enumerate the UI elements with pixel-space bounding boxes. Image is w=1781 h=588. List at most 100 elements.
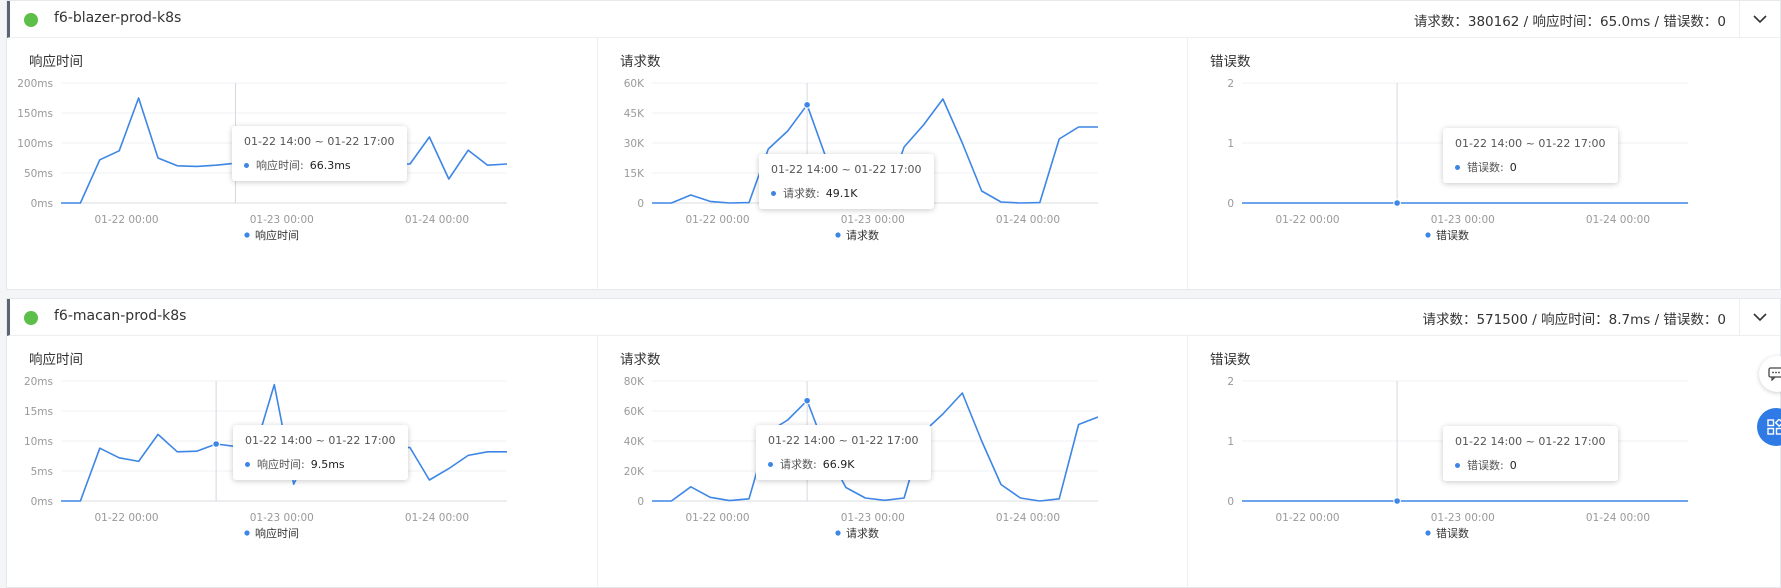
tooltip-range: 01-22 14:00 ~ 01-22 17:00 [771,163,922,176]
y-tick-label: 1 [1227,138,1234,150]
legend-dot-icon [835,232,840,237]
x-tick-label: 01-23 00:00 [250,214,314,226]
x-tick-label: 01-22 00:00 [1276,512,1340,524]
series-dot-icon [245,462,250,467]
x-tick-label: 01-23 00:00 [1431,512,1495,524]
service-name: f6-macan-prod-k8s [54,308,186,324]
chart-panel-requests: 请求数 020K40K60K80K01-22 00:0001-23 00:000… [597,336,1187,587]
legend-label: 错误数 [1436,228,1469,242]
service-card: f6-blazer-prod-k8s 请求数：380162 / 响应时间：65.… [6,0,1781,290]
x-tick-label: 01-24 00:00 [1586,512,1650,524]
tooltip-value: 66.3ms [310,159,351,172]
y-tick-label: 0 [637,198,644,210]
y-tick-label: 2 [1227,376,1234,388]
chart-panel-errors: 错误数 01201-22 00:0001-23 00:0001-24 00:00… [1187,38,1777,289]
y-tick-label: 60K [624,78,645,90]
legend-label: 响应时间 [255,228,299,242]
chart-tooltip: 01-22 14:00 ~ 01-22 17:00 请求数: 49.1K [759,154,934,209]
expand-button[interactable] [1739,299,1780,335]
tooltip-label: 错误数: [1467,159,1504,175]
tooltip-label: 请求数: [780,456,817,472]
service-name: f6-blazer-prod-k8s [54,10,181,26]
tooltip-value: 66.9K [823,458,855,471]
tooltip-label: 错误数: [1467,457,1504,473]
service-summary: 请求数：380162 / 响应时间：65.0ms / 错误数：0 [1414,10,1726,30]
status-ok-icon [24,311,38,325]
tooltip-range: 01-22 14:00 ~ 01-22 17:00 [768,434,919,447]
y-tick-label: 0 [1227,198,1234,210]
charts-row: 响应时间 0ms5ms10ms15ms20ms01-22 00:0001-23 … [7,336,1780,587]
y-tick-label: 0ms [31,198,53,210]
x-tick-label: 01-24 00:00 [405,512,469,524]
tooltip-value: 0 [1510,459,1517,472]
x-tick-label: 01-24 00:00 [1586,214,1650,226]
y-tick-label: 0 [637,496,644,508]
y-tick-label: 80K [624,376,645,388]
expand-button[interactable] [1739,1,1780,37]
x-tick-label: 01-22 00:00 [95,214,159,226]
tooltip-range: 01-22 14:00 ~ 01-22 17:00 [1455,435,1606,448]
tooltip-label: 请求数: [783,185,820,201]
x-tick-label: 01-24 00:00 [996,214,1060,226]
legend-label: 请求数 [846,229,879,242]
legend-label: 错误数 [1436,526,1469,540]
y-tick-label: 0ms [31,496,53,508]
series-dot-icon [244,163,249,168]
highlight-point [1394,498,1401,505]
y-tick-label: 10ms [24,436,53,448]
x-tick-label: 01-22 00:00 [1276,214,1340,226]
apps-icon [1767,419,1781,435]
x-tick-label: 01-23 00:00 [250,512,314,524]
y-tick-label: 100ms [17,138,53,150]
tooltip-value: 49.1K [826,187,858,200]
service-header[interactable]: f6-macan-prod-k8s 请求数：571500 / 响应时间：8.7m… [7,299,1780,336]
chart-panel-requests: 请求数 015K30K45K60K01-22 00:0001-23 00:000… [597,38,1187,289]
y-tick-label: 30K [624,138,645,150]
y-tick-label: 5ms [31,466,53,478]
series-dot-icon [771,191,776,196]
y-tick-label: 15K [624,168,645,180]
tooltip-range: 01-22 14:00 ~ 01-22 17:00 [245,434,396,447]
series-dot-icon [768,462,773,467]
legend-dot-icon [244,232,249,237]
x-tick-label: 01-24 00:00 [405,214,469,226]
highlight-point [804,397,811,404]
x-tick-label: 01-22 00:00 [686,512,750,524]
service-header[interactable]: f6-blazer-prod-k8s 请求数：380162 / 响应时间：65.… [7,1,1780,38]
y-tick-label: 1 [1227,436,1234,448]
service-summary: 请求数：571500 / 响应时间：8.7ms / 错误数：0 [1422,308,1726,328]
highlight-point [213,441,220,448]
y-tick-label: 45K [624,108,645,120]
series-dot-icon [1455,165,1460,170]
legend-dot-icon [1425,530,1430,535]
y-tick-label: 20ms [24,376,53,388]
legend-dot-icon [244,530,249,535]
y-tick-label: 15ms [24,406,53,418]
x-tick-label: 01-24 00:00 [996,512,1060,524]
chart-tooltip: 01-22 14:00 ~ 01-22 17:00 响应时间:9.5ms [233,425,408,480]
y-tick-label: 0 [1227,496,1234,508]
legend-dot-icon [835,530,840,535]
chart-tooltip: 01-22 14:00 ~ 01-22 17:00 响应时间:66.3ms [232,126,407,181]
highlight-point [804,102,811,109]
tooltip-range: 01-22 14:00 ~ 01-22 17:00 [244,135,395,148]
service-card: f6-macan-prod-k8s 请求数：571500 / 响应时间：8.7m… [6,298,1781,588]
status-ok-icon [24,13,38,27]
chart-tooltip: 01-22 14:00 ~ 01-22 17:00 错误数: 0 [1443,426,1618,481]
chart-tooltip: 01-22 14:00 ~ 01-22 17:00 错误数:0 [1443,128,1618,183]
chat-icon [1768,367,1781,381]
chevron-down-icon [1753,313,1767,322]
charts-row: 响应时间 0ms50ms100ms150ms200ms01-22 00:0001… [7,38,1780,289]
y-tick-label: 20K [624,466,645,478]
y-tick-label: 150ms [17,108,53,120]
tooltip-label: 响应时间: [257,456,305,472]
legend-label: 请求数 [846,527,879,540]
x-tick-label: 01-22 00:00 [95,512,159,524]
highlight-point [1394,200,1401,207]
chart-panel-response-time: 响应时间 0ms50ms100ms150ms200ms01-22 00:0001… [7,38,597,289]
y-tick-label: 60K [624,406,645,418]
y-tick-label: 2 [1227,78,1234,90]
y-tick-label: 50ms [24,168,53,180]
chart-panel-response-time: 响应时间 0ms5ms10ms15ms20ms01-22 00:0001-23 … [7,336,597,587]
series-dot-icon [1455,463,1460,468]
